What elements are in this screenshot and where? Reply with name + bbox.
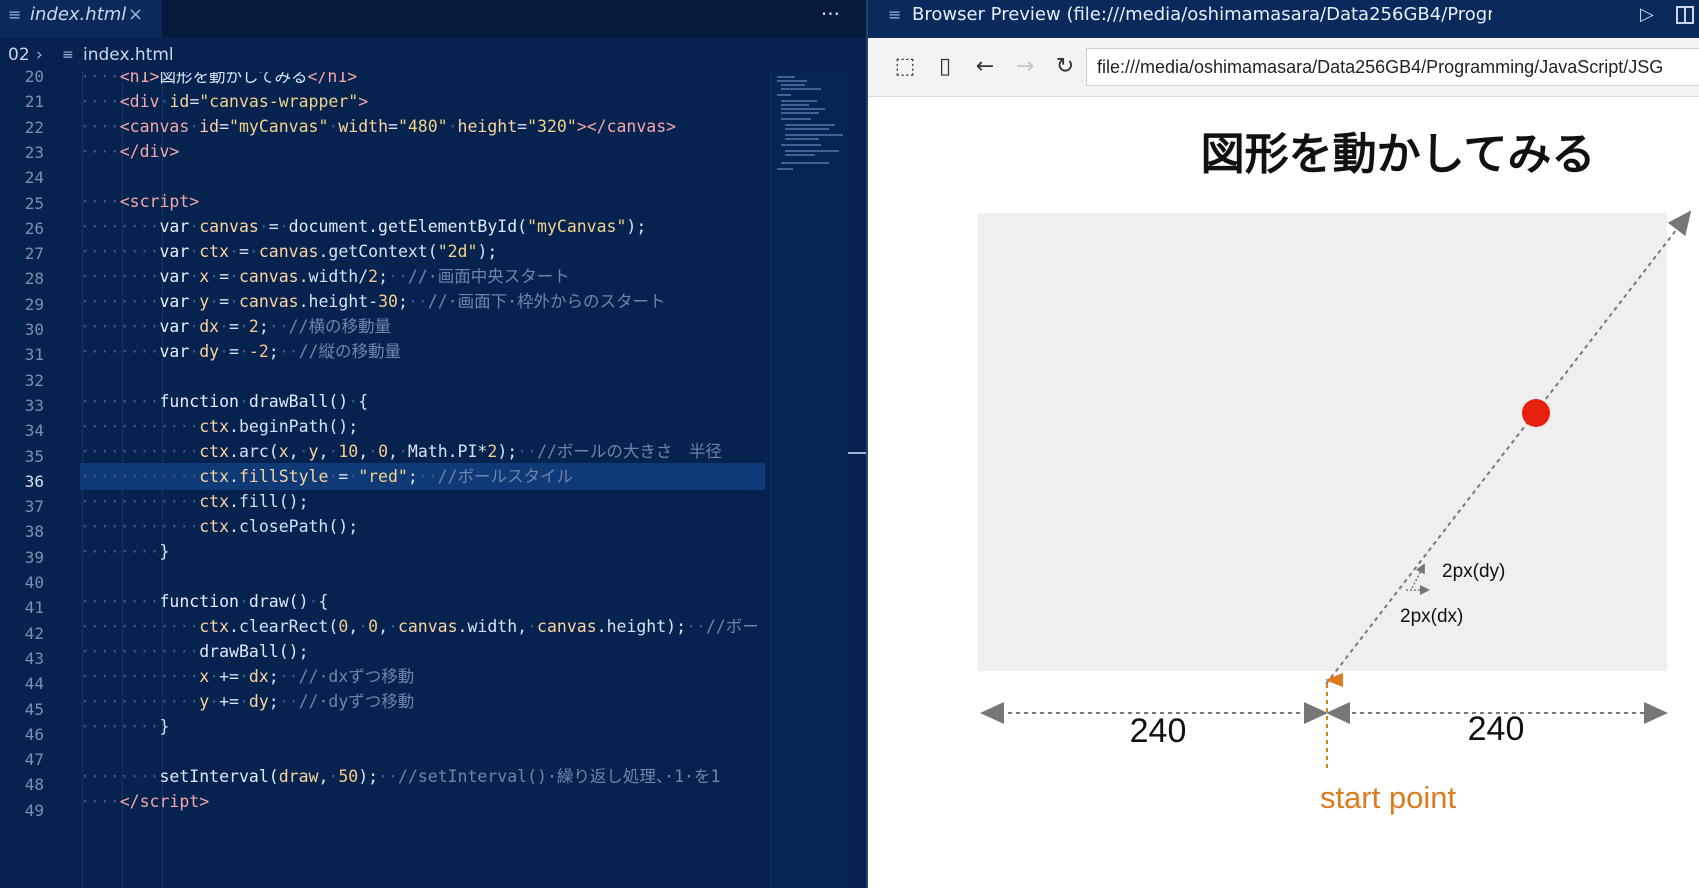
code-editor: ≡ index.html × ··· 02 › ≡ index.html 20 2… — [0, 0, 866, 888]
code-line: ········var·dy·=·-2;··//縦の移動量 — [80, 342, 401, 361]
left-width-label: 240 — [1130, 712, 1187, 750]
browser-preview: ≡ Browser Preview (file:///media/oshimam… — [868, 0, 1699, 888]
code-line: ············ctx.beginPath(); — [80, 417, 359, 436]
code-line: ····</script> — [80, 792, 210, 811]
file-icon: ≡ — [62, 47, 74, 63]
code-line: ····<script> — [80, 192, 200, 211]
line-number: 49 — [24, 800, 44, 820]
line-number: 43 — [24, 648, 44, 668]
line-number: 35 — [24, 446, 44, 466]
right-width-label: 240 — [1468, 710, 1525, 748]
motion-diagram: 2px(dy) 2px(dx) 240 240 start point — [980, 210, 1692, 815]
line-number: 37 — [24, 497, 44, 517]
file-icon: ≡ — [8, 5, 22, 24]
line-number-gutter: 20 21 22 23 24 25 26 27 28 29 30 31 32 33 34 35 36 37 38 39… — [0, 67, 60, 888]
line-number: 47 — [24, 750, 44, 770]
line-number: 39 — [24, 547, 44, 567]
code-line: ········function·drawBall()·{ — [80, 392, 369, 411]
line-number: 28 — [24, 269, 44, 289]
code-line: ············ctx.closePath(); — [80, 517, 359, 536]
line-number: 32 — [24, 370, 44, 390]
code-line-active: ············ctx.fillStyle·=·"red";··//ボー… — [80, 463, 765, 490]
line-number: 23 — [24, 142, 44, 162]
dy-arrow — [1411, 563, 1425, 589]
line-number: 48 — [24, 775, 44, 795]
line-number: 40 — [24, 573, 44, 592]
code-line: ········var·y·=·canvas.height-30;··//·画面… — [80, 292, 666, 311]
trajectory-arrow — [1325, 210, 1692, 685]
line-number: 46 — [24, 724, 44, 744]
line-number: 36 — [24, 471, 44, 491]
line-number: 25 — [24, 193, 44, 213]
minimap[interactable] — [770, 72, 849, 888]
line-number: 29 — [24, 294, 44, 314]
code-line: ········} — [80, 717, 170, 736]
breadcrumb: 02 › ≡ index.html — [0, 38, 866, 72]
code-area[interactable]: ····<h1>図形を動かしてみる</h1> ····<div·id="canv… — [80, 72, 765, 888]
code-line: ············x·+=·dx;··//·dxずつ移動 — [80, 667, 415, 686]
code-line: ············ctx.arc(x,·y,·10,·0,·Math.PI… — [80, 442, 722, 461]
close-icon[interactable]: × — [128, 0, 143, 30]
code-line: ········var·dx·=·2;··//横の移動量 — [80, 317, 392, 336]
line-number: 41 — [24, 598, 44, 618]
tab-label: index.html — [30, 4, 127, 25]
line-number: 45 — [24, 699, 44, 719]
start-point-label: start point — [1320, 780, 1457, 815]
line-number: 20 — [24, 67, 44, 86]
code-line: ····<canvas·id="myCanvas"·width="480"·he… — [80, 117, 677, 136]
code-line: ········var·ctx·=·canvas.getContext("2d"… — [80, 242, 498, 261]
code-line: ············drawBall(); — [80, 642, 309, 661]
line-number: 44 — [24, 674, 44, 694]
dx-label: 2px(dx) — [1400, 606, 1463, 627]
code-line: ········var·x·=·canvas.width/2;··//·画面中央… — [80, 267, 570, 286]
line-number: 27 — [24, 244, 44, 264]
line-number: 31 — [24, 345, 44, 365]
code-line: ········function·draw()·{ — [80, 592, 329, 611]
line-number: 24 — [24, 168, 44, 188]
tab-index-html[interactable]: ≡ index.html × — [0, 0, 162, 38]
code-line: ········var·canvas·=·document.getElement… — [80, 217, 647, 236]
red-ball — [1522, 399, 1550, 427]
code-line: ········} — [80, 542, 170, 561]
code-line: ····</div> — [80, 142, 180, 161]
code-line: ········setInterval(draw,·50);··//setInt… — [80, 767, 721, 786]
line-number: 34 — [24, 421, 44, 441]
scrollbar-thumb[interactable] — [848, 452, 866, 454]
line-number: 26 — [24, 218, 44, 238]
code-line: ············ctx.fill(); — [80, 492, 309, 511]
line-number: 30 — [24, 320, 44, 339]
code-line: ············y·+=·dy;··//·dyずつ移動 — [80, 692, 415, 711]
line-number: 38 — [24, 522, 44, 542]
code-line: ············ctx.clearRect(0,·0,·canvas.w… — [80, 617, 759, 636]
line-number: 22 — [24, 117, 44, 137]
dy-label: 2px(dy) — [1442, 561, 1505, 582]
breadcrumb-file[interactable]: index.html — [83, 38, 174, 72]
code-line: ····<div·id="canvas-wrapper"> — [80, 92, 369, 111]
line-number: 21 — [24, 92, 44, 112]
line-number: 42 — [24, 623, 44, 643]
editor-tab-bar: ≡ index.html × ··· — [0, 0, 866, 38]
more-actions-button[interactable]: ··· — [821, 0, 840, 28]
line-number: 33 — [24, 395, 44, 415]
